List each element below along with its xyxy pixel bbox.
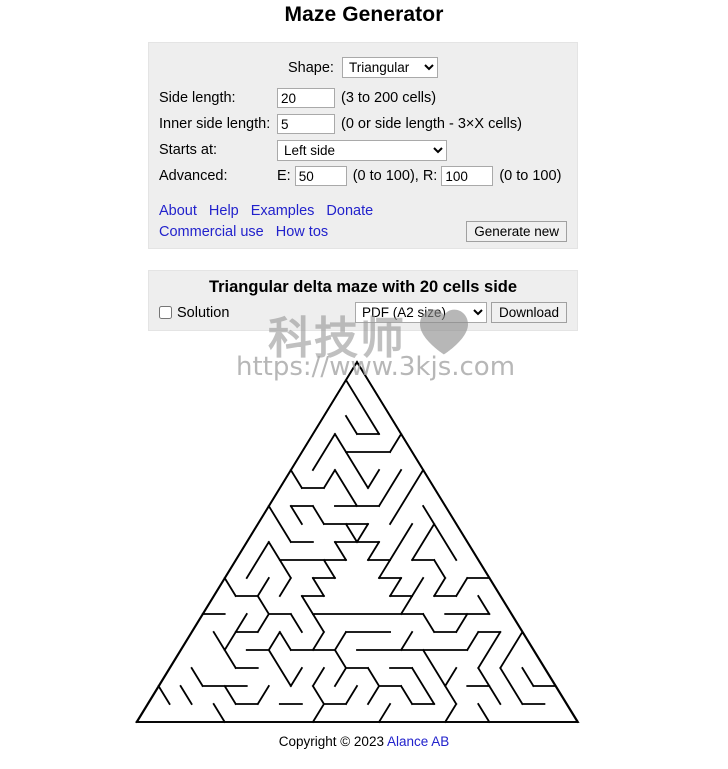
starts-at-select[interactable]: Left side [277,139,447,161]
footer-company-link[interactable]: Alance AB [387,734,449,749]
app-page: Maze Generator Shape: Triangular Side le… [0,0,728,769]
link-examples[interactable]: Examples [251,203,315,219]
result-panel: Triangular delta maze with 20 cells side… [148,270,578,331]
side-length-input[interactable] [277,88,335,108]
side-length-row: Side length: (3 to 200 cells) [159,87,567,109]
links-row-2: Commercial use How tos Generate new [159,221,567,242]
r-hint: (0 to 100) [499,168,562,184]
inner-side-length-hint: (0 or side length - 3×X cells) [341,116,522,132]
link-help[interactable]: Help [209,203,239,219]
e-label: E: [277,168,291,184]
side-length-hint: (3 to 200 cells) [341,90,437,106]
r-input[interactable] [441,166,494,186]
starts-at-row: Starts at: Left side [159,139,567,161]
result-controls: Solution PDF (A2 size) Download [159,302,567,323]
shape-row: Shape: Triangular [159,57,567,78]
inner-side-length-label: Inner side length: [159,116,271,132]
link-donate[interactable]: Donate [326,203,373,219]
maze-canvas-area [0,330,728,730]
format-select[interactable]: PDF (A2 size) [354,302,487,323]
side-length-label: Side length: [159,90,236,106]
solution-toggle[interactable]: Solution [159,305,229,321]
advanced-label: Advanced: [159,168,228,184]
solution-label: Solution [177,304,230,321]
generate-new-button[interactable]: Generate new [466,221,567,242]
delta-maze-figure [135,360,580,724]
footer: Copyright © 2023 Alance AB [0,734,728,749]
links-section: About Help Examples Donate Commercial use Ho… [159,201,567,242]
result-title: Triangular delta maze with 20 cells side [208,278,518,296]
footer-copyright: Copyright © 2023 [278,734,384,749]
starts-at-label: Starts at: [159,142,218,158]
link-about[interactable]: About [159,203,197,219]
e-input[interactable] [294,166,347,186]
shape-select[interactable]: Triangular [342,57,438,78]
links-row-1: About Help Examples Donate [159,201,567,221]
inner-side-length-row: Inner side length: (0 or side length - 3… [159,113,567,135]
e-hint: (0 to 100), R: [352,168,438,184]
download-group: PDF (A2 size) Download [354,302,567,323]
solution-checkbox[interactable] [159,306,172,319]
settings-panel: Shape: Triangular Side length: (3 to 200… [148,42,578,249]
page-title: Maze Generator [284,3,444,26]
link-commercial-use[interactable]: Commercial use [159,224,264,240]
links-row-2-left: Commercial use How tos [159,222,340,242]
link-how-tos[interactable]: How tos [276,224,328,240]
advanced-row: Advanced: E: (0 to 100), R: (0 to 100) [159,165,567,187]
shape-label: Shape: [288,60,334,76]
download-button[interactable]: Download [490,302,567,323]
inner-side-length-input[interactable] [277,114,335,134]
